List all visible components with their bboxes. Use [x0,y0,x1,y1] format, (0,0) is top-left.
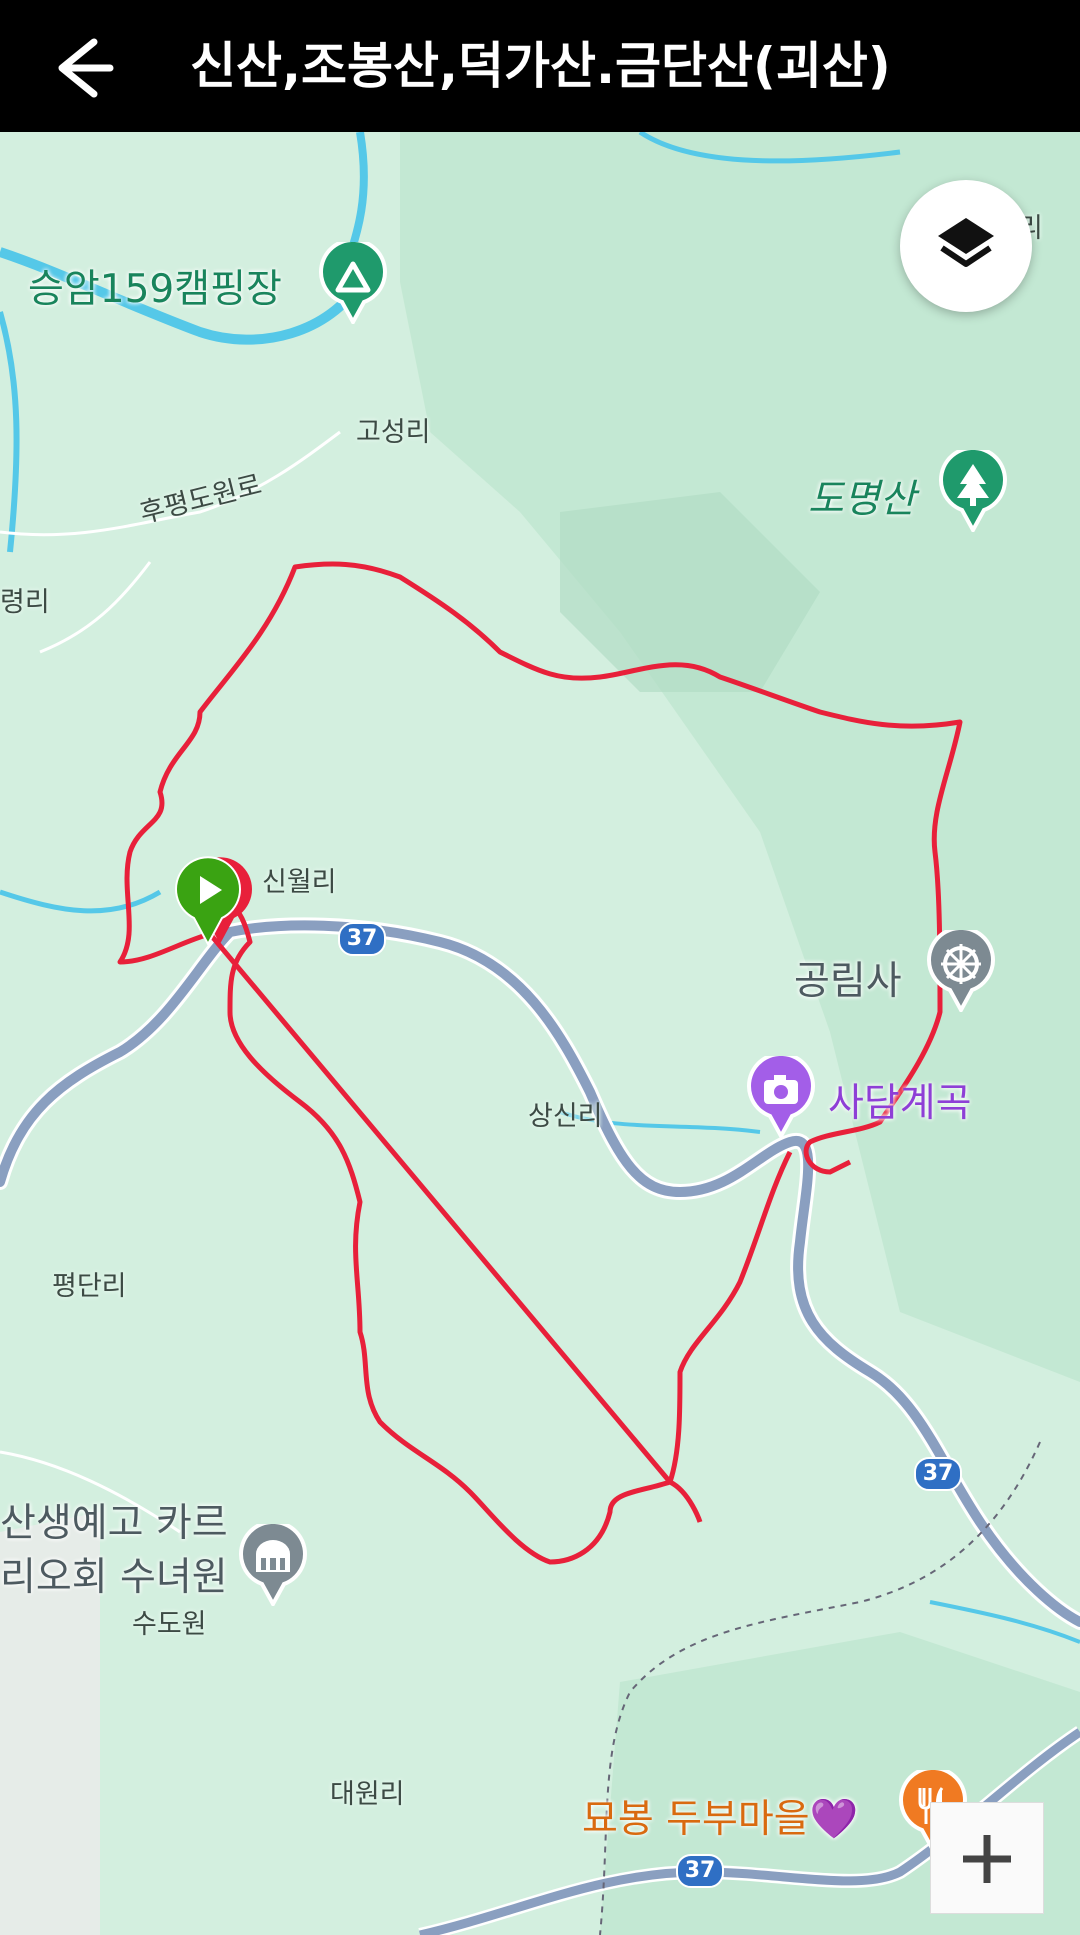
place-label-goseong: 고성리 [356,417,431,448]
route-shield: 37 [676,1854,724,1888]
poi-label-restaurant[interactable]: 묘봉 두부마을💜 [582,1788,858,1844]
dharma-wheel-icon[interactable] [926,930,996,1012]
route-shield: 37 [914,1457,962,1491]
tree-icon[interactable] [938,450,1008,532]
map-canvas [0,132,1080,1935]
camera-icon[interactable] [746,1056,816,1138]
poi-label-temple[interactable]: 공림사 [794,950,902,1006]
place-label-sinwol: 신월리 [262,867,337,898]
route-shield: 37 [338,922,386,956]
arrow-left-icon [58,38,114,98]
poi-label-convent-line2[interactable]: 리오회 수녀원 [0,1546,228,1602]
header-bar: 신산,조봉산,덕가산.금단산(괴산) [0,0,1080,132]
place-label-daewon: 대원리 [330,1779,405,1810]
back-button[interactable] [48,18,124,114]
poi-label-convent-line1[interactable]: 산생예고 카르 [0,1492,228,1548]
place-label-pyeongdan: 평단리 [52,1271,127,1302]
map-view[interactable]: 37 37 37 고성리 후평도원로 령리 신월리 상신리 평단리 대원리 리 … [0,132,1080,1935]
poi-label-camping[interactable]: 승암159캠핑장 [28,258,282,314]
poi-label-valley[interactable]: 사담계곡 [828,1072,972,1128]
campground-icon[interactable] [318,242,388,324]
poi-label-mountain[interactable]: 도명산 [808,468,916,524]
zoom-in-button[interactable] [930,1802,1044,1914]
poi-sublabel-convent: 수도원 [132,1609,207,1640]
start-flag-icon[interactable] [172,852,256,948]
place-label-left-edge: 령리 [0,587,50,618]
plus-icon [963,1835,1011,1883]
place-label-sangsin: 상신리 [528,1101,603,1132]
layers-icon [938,218,994,267]
layers-button[interactable] [900,180,1032,312]
building-icon[interactable] [238,1524,308,1606]
page-title: 신산,조봉산,덕가산.금단산(괴산) [190,37,891,95]
